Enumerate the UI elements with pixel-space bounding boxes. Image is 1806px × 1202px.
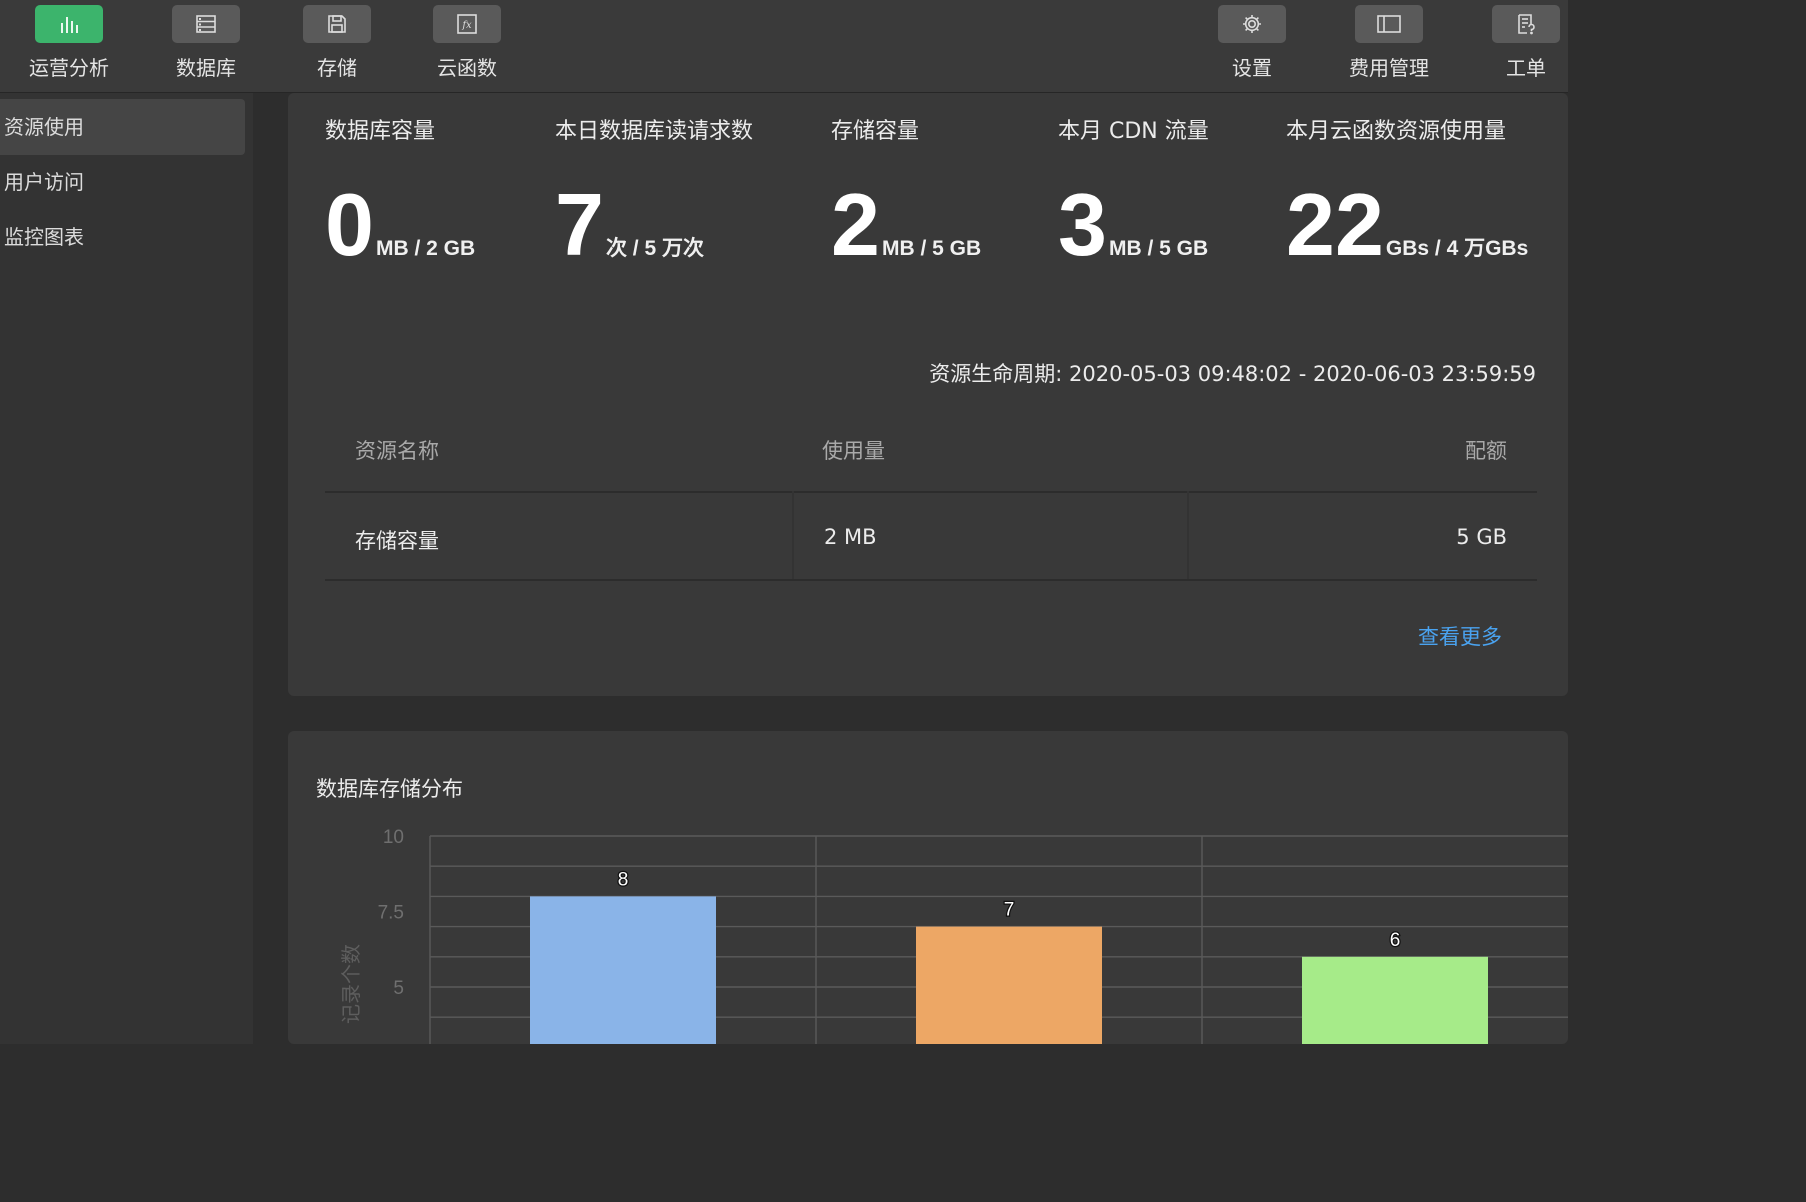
ticket-icon [1492,5,1560,43]
stat-title: 数据库容量 [325,119,436,144]
db-storage-chart-card: 数据库存储分布 10 7.5 5 记录个数 8 7 6 [288,731,1568,1044]
resource-usage-card: 数据库容量 0MB / 2 GB 本日数据库读请求数 7次 / 5 万次 存储容… [288,93,1568,696]
toolbar-tab-3[interactable]: fx 云函数 [402,0,532,92]
toolbar-tab-label: 云函数 [437,56,497,80]
toolbar-tab-label: 数据库 [176,56,236,80]
stat-number: 3 [1058,175,1107,274]
stat-unit: 次 / 5 万次 [605,237,704,260]
sidebar-item-user-access[interactable]: 用户访问 [0,154,245,210]
stat-unit: MB / 2 GB [375,237,476,260]
sidebar-item-monitoring-charts[interactable]: 监控图表 [0,209,245,265]
stat-number: 7 [555,175,604,274]
table-column-divider [792,491,794,579]
toolbar-action-1[interactable]: 费用管理 [1324,0,1454,92]
y-tick-label: 10 [383,827,404,848]
stat-title: 本日数据库读请求数 [555,119,754,144]
table-cell-name: 存储容量 [355,529,439,553]
stat-title: 本月云函数资源使用量 [1286,119,1507,144]
toolbar-action-label: 设置 [1232,56,1272,80]
table-divider [325,491,1537,493]
table-cell-usage: 2 MB [824,525,877,549]
toolbar-action-0[interactable]: 设置 [1187,0,1317,92]
database-icon [172,5,240,43]
bar-data-label: 6 [1390,930,1401,951]
toolbar-tab-label: 存储 [317,56,357,80]
table-divider [325,579,1537,581]
stat-number: 0 [325,175,374,274]
stat-unit: GBs / 4 万GBs [1385,237,1529,260]
table-header-name: 资源名称 [355,439,439,463]
bar [916,926,1102,1044]
stat-unit: MB / 5 GB [881,237,982,260]
bar-data-label: 7 [1004,900,1015,921]
toolbar-tab-label: 运营分析 [29,56,109,80]
table-header-usage: 使用量 [822,439,885,463]
stat-value: 0MB / 2 GB [325,165,475,309]
stat-unit: MB / 5 GB [1108,237,1209,260]
bar-chart-icon [35,5,103,43]
bar [530,896,716,1044]
y-axis-label: 记录个数 [339,944,363,1024]
lifecycle-range: 2020-05-03 09:48:02 - 2020-06-03 23:59:5… [1069,362,1536,386]
y-tick-label: 7.5 [378,903,404,924]
view-more-link[interactable]: 查看更多 [1418,621,1502,651]
stat-number: 2 [831,175,880,274]
stat-value: 22GBs / 4 万GBs [1286,165,1528,309]
y-tick-label: 5 [393,978,404,999]
bar-data-label: 8 [618,869,629,890]
stat-title: 本月 CDN 流量 [1058,119,1209,144]
bar [1302,956,1488,1044]
stat-value: 3MB / 5 GB [1058,165,1208,309]
toolbar-tab-2[interactable]: 存储 [272,0,402,92]
toolbar-action-label: 工单 [1506,56,1546,80]
function-icon: fx [433,5,501,43]
table-cell-quota: 5 GB [1456,525,1507,549]
toolbar-tab-0[interactable]: 运营分析 [4,0,134,92]
gear-icon [1218,5,1286,43]
table-header-quota: 配额 [1465,439,1507,463]
stat-value: 2MB / 5 GB [831,165,981,309]
lifecycle-label: 资源生命周期: [929,362,1063,386]
toolbar-action-2[interactable]: 工单 [1461,0,1591,92]
stat-value: 7次 / 5 万次 [555,165,704,309]
resource-lifecycle: 资源生命周期: 2020-05-03 09:48:02 - 2020-06-03… [929,358,1536,388]
toolbar-tab-1[interactable]: 数据库 [141,0,271,92]
stat-number: 22 [1286,175,1384,274]
table-column-divider [1187,491,1189,579]
sidebar: 资源使用 用户访问 监控图表 [0,93,253,1044]
save-icon [303,5,371,43]
stat-title: 存储容量 [831,119,920,144]
bar-chart: 10 7.5 5 记录个数 8 7 6 [339,827,1568,1044]
svg-text:fx: fx [461,20,472,31]
sidebar-item-resource-usage[interactable]: 资源使用 [0,99,245,155]
top-toolbar: 运营分析 数据库 存储 fx 云函数 设置 费用管理 工单 [0,0,1568,93]
toolbar-action-label: 费用管理 [1349,56,1429,80]
billing-icon [1355,5,1423,43]
